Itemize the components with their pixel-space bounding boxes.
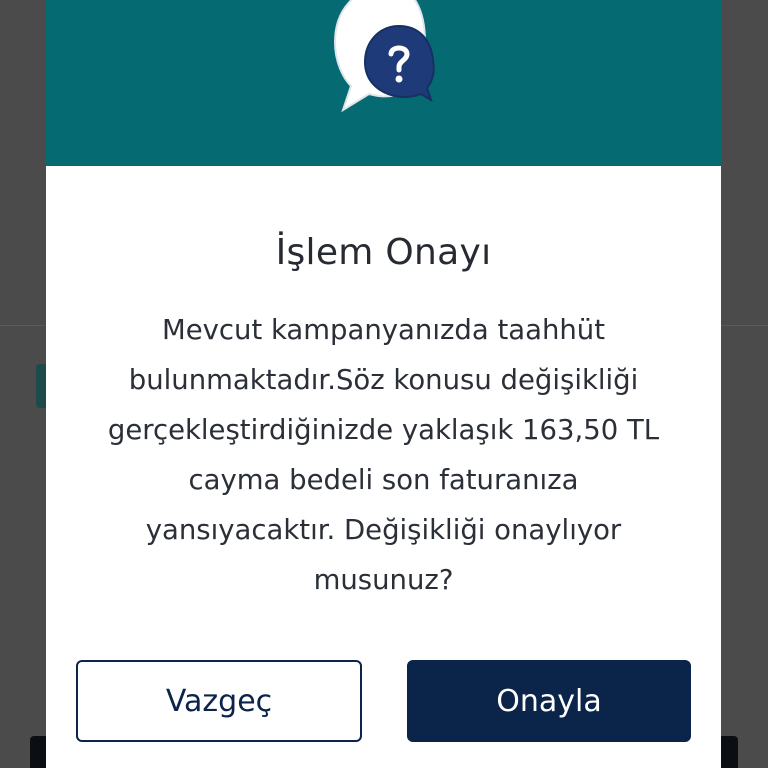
confirmation-dialog: İşlem Onayı Mevcut kampanyanızda taahhüt… (46, 0, 721, 768)
question-speech-bubble-icon (333, 0, 435, 112)
confirm-button[interactable]: Onayla (407, 660, 691, 742)
dialog-title: İşlem Onayı (275, 232, 492, 273)
cancel-button[interactable]: Vazgeç (76, 660, 362, 742)
confirm-button-label: Onayla (496, 683, 602, 719)
dialog-message: Mevcut kampanyanızda taahhüt bulunmaktad… (107, 314, 660, 596)
screen: İşlem Onayı Mevcut kampanyanızda taahhüt… (0, 0, 768, 768)
cancel-button-label: Vazgeç (165, 683, 273, 719)
dialog-header (46, 0, 721, 166)
